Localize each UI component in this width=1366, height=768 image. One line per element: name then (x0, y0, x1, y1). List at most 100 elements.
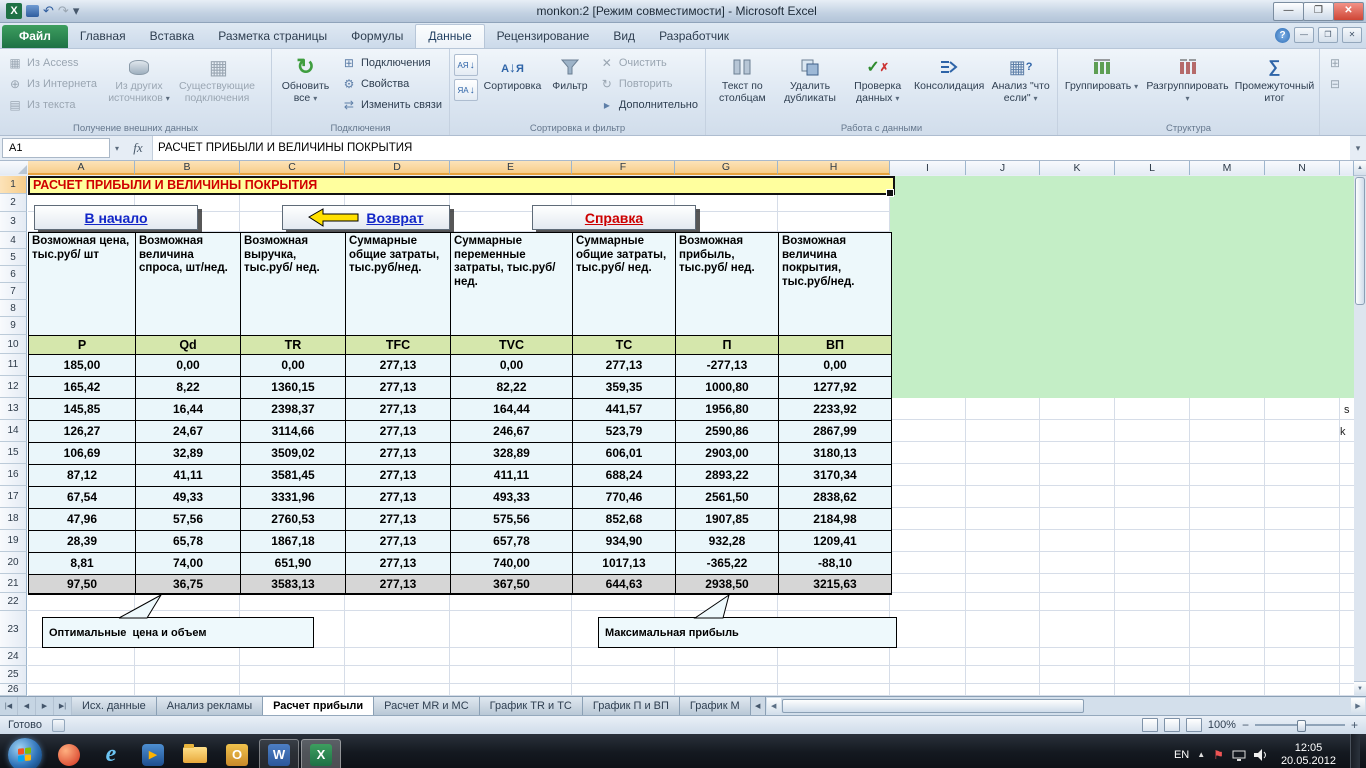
data-cell[interactable]: 41,11 (136, 465, 241, 487)
what-if-analysis-button[interactable]: ▦? Анализ "что если" ▾ (988, 52, 1053, 105)
data-cell[interactable]: 82,22 (451, 377, 573, 399)
data-cell[interactable]: 0,00 (451, 355, 573, 377)
tab-scroll-icon[interactable]: ◀ (750, 697, 766, 715)
row-header-21[interactable]: 21 (0, 574, 27, 593)
ribbon-tab-Данные[interactable]: Данные (415, 24, 485, 48)
data-cell[interactable]: 1209,41 (779, 531, 891, 553)
data-cell[interactable]: 3509,02 (241, 443, 346, 465)
data-cell[interactable]: 57,56 (136, 509, 241, 531)
ribbon-tab-Рецензирование[interactable]: Рецензирование (485, 25, 602, 48)
row-header-11[interactable]: 11 (0, 354, 27, 376)
refresh-all-button[interactable]: ↻ Обновить все ▾ (276, 52, 335, 105)
data-cell[interactable]: 2867,99 (779, 421, 891, 443)
reapply-button[interactable]: ↻ Повторить (596, 75, 701, 93)
data-validation-button[interactable]: ✓ ✗ Проверка данных ▾ (845, 52, 910, 105)
data-cell[interactable]: 277,13 (346, 377, 451, 399)
symbol-cell[interactable]: П (676, 336, 779, 355)
data-cell[interactable]: 657,78 (451, 531, 573, 553)
row-header-19[interactable]: 19 (0, 530, 27, 552)
zoom-in-icon[interactable]: + (1351, 719, 1358, 731)
data-cell[interactable]: 67,54 (29, 487, 136, 509)
data-cell[interactable]: 87,12 (29, 465, 136, 487)
book-close-button[interactable]: ✕ (1342, 27, 1362, 43)
excel-app-icon[interactable]: X (6, 3, 22, 19)
table-header-cell[interactable]: Возможная величина покрытия, тыс.руб/нед… (779, 233, 891, 336)
edit-links-button[interactable]: ⇄ Изменить связи (338, 96, 445, 114)
ribbon-tab-Формулы[interactable]: Формулы (339, 25, 415, 48)
zoom-thumb[interactable] (1296, 720, 1306, 732)
column-header-I[interactable]: I (890, 161, 966, 175)
book-restore-button[interactable]: ❐ (1318, 27, 1338, 43)
summary-cell[interactable]: 367,50 (451, 575, 573, 594)
data-cell[interactable]: 8,22 (136, 377, 241, 399)
sheet-tab-Расчет MR и MC[interactable]: Расчет MR и MC (374, 697, 480, 715)
page-layout-view-icon[interactable] (1163, 718, 1180, 732)
scroll-left-icon[interactable]: ◀ (766, 698, 781, 714)
action-center-flag-icon[interactable]: ⚑ (1213, 749, 1224, 761)
data-cell[interactable]: 740,00 (451, 553, 573, 575)
data-cell[interactable]: 277,13 (346, 355, 451, 377)
data-cell[interactable]: 1277,92 (779, 377, 891, 399)
excel-taskbar-icon[interactable]: X (301, 738, 341, 768)
filter-button[interactable]: Фильтр (547, 52, 593, 94)
row-header-13[interactable]: 13 (0, 398, 27, 420)
show-detail-button[interactable]: ⊞ (1324, 54, 1346, 72)
next-sheet-icon[interactable]: ▶ (36, 697, 54, 715)
data-cell[interactable]: -88,10 (779, 553, 891, 575)
symbol-cell[interactable]: TFC (346, 336, 451, 355)
summary-cell[interactable]: 97,50 (29, 575, 136, 594)
close-button[interactable]: ✕ (1333, 1, 1364, 21)
prev-sheet-icon[interactable]: ◀ (18, 697, 36, 715)
row-header-3[interactable]: 3 (0, 212, 27, 232)
start-button[interactable] (8, 737, 42, 768)
symbol-cell[interactable]: TC (573, 336, 676, 355)
minimize-button[interactable]: — (1273, 1, 1304, 21)
data-cell[interactable]: 359,35 (573, 377, 676, 399)
connections-button[interactable]: ⊞ Подключения (338, 54, 445, 72)
row-header-17[interactable]: 17 (0, 486, 27, 508)
data-cell[interactable]: 2760,53 (241, 509, 346, 531)
data-cell[interactable]: 2590,86 (676, 421, 779, 443)
fill-handle[interactable] (886, 189, 894, 197)
taskbar-app-icon-red[interactable] (49, 739, 89, 768)
row-header-16[interactable]: 16 (0, 464, 27, 486)
data-cell[interactable]: 74,00 (136, 553, 241, 575)
ribbon-tab-Главная[interactable]: Главная (68, 25, 138, 48)
data-cell[interactable]: 1907,85 (676, 509, 779, 531)
data-cell[interactable]: 277,13 (346, 465, 451, 487)
ribbon-tab-Вставка[interactable]: Вставка (138, 25, 207, 48)
sheet-tab-График П и ВП[interactable]: График П и ВП (582, 697, 680, 715)
data-cell[interactable]: 1000,80 (676, 377, 779, 399)
undo-icon[interactable]: ↶ (43, 3, 54, 19)
summary-cell[interactable]: 644,63 (573, 575, 676, 594)
data-cell[interactable]: 2838,62 (779, 487, 891, 509)
existing-connections-button[interactable]: ▦ Существующие подключения (178, 52, 256, 105)
column-header-B[interactable]: B (135, 161, 240, 175)
data-cell[interactable]: 8,81 (29, 553, 136, 575)
remove-duplicates-button[interactable]: Удалить дубликаты (778, 52, 843, 105)
subtotal-button[interactable]: ∑ Промежуточный итог (1234, 52, 1315, 105)
insert-function-button[interactable]: fx (124, 140, 152, 156)
row-header-4[interactable]: 4 (0, 232, 27, 249)
restore-button[interactable]: ❐ (1303, 1, 1334, 21)
data-cell[interactable]: 1360,15 (241, 377, 346, 399)
column-header-H[interactable]: H (778, 161, 890, 175)
data-cell[interactable]: 145,85 (29, 399, 136, 421)
column-header-D[interactable]: D (345, 161, 450, 175)
outlook-icon[interactable]: O (217, 739, 257, 768)
sheet-tab-График TR и TC[interactable]: График TR и TC (479, 697, 583, 715)
sort-descending-button[interactable]: ЯА ↓ (454, 79, 478, 101)
column-header-E[interactable]: E (450, 161, 572, 175)
tray-expand-icon[interactable]: ▲ (1197, 750, 1205, 759)
normal-view-icon[interactable] (1141, 718, 1158, 732)
data-cell[interactable]: 246,67 (451, 421, 573, 443)
zoom-out-icon[interactable]: − (1242, 719, 1249, 731)
data-cell[interactable]: 770,46 (573, 487, 676, 509)
consolidate-button[interactable]: Консолидация (913, 52, 985, 94)
volume-icon[interactable] (1253, 748, 1267, 761)
column-header-N[interactable]: N (1265, 161, 1340, 175)
summary-cell[interactable]: 3583,13 (241, 575, 346, 594)
select-all-button[interactable] (0, 161, 29, 175)
data-cell[interactable]: 28,39 (29, 531, 136, 553)
properties-button[interactable]: ⚙ Свойства (338, 75, 445, 93)
